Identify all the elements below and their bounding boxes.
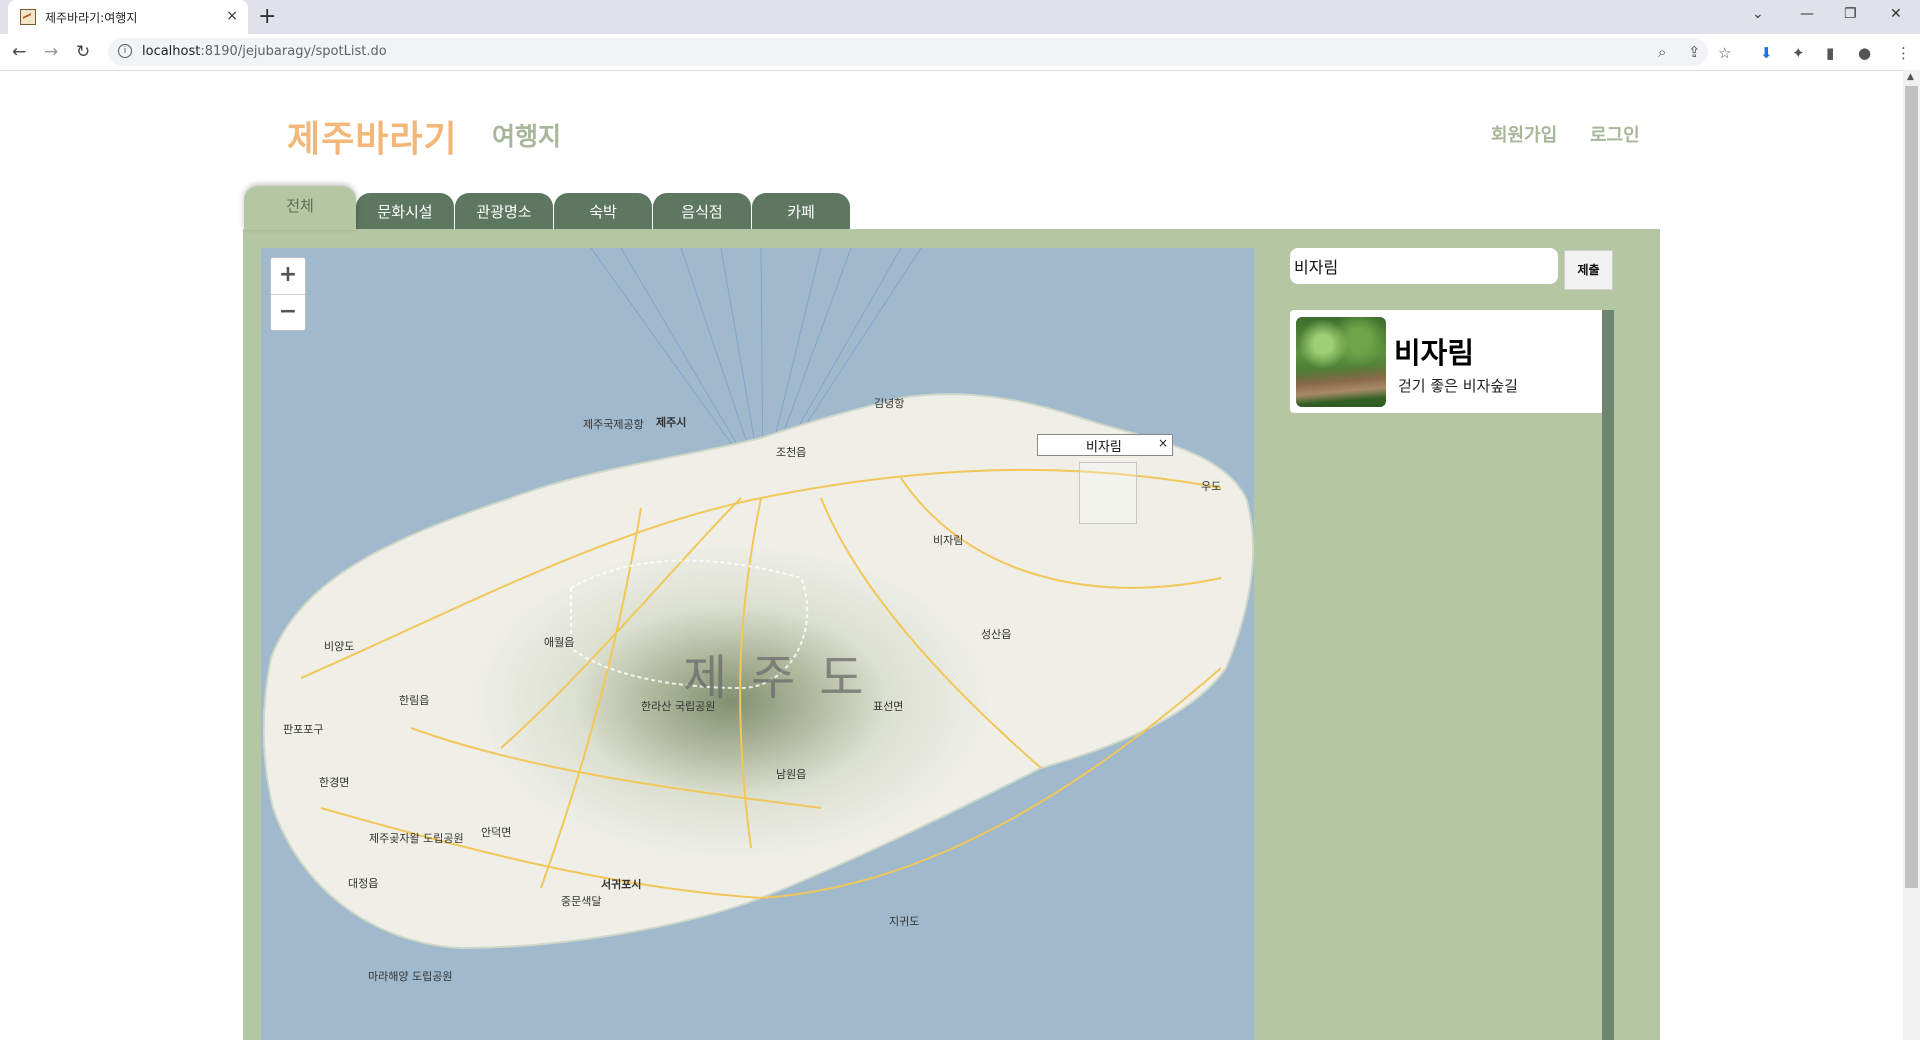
map-label-aewol: 애월읍 <box>544 636 575 649</box>
map-label-seogwipo: 서귀포시 <box>601 878 642 891</box>
tab-culture[interactable]: 문화시설 <box>356 193 454 229</box>
map-info-popup: 비자림 × <box>1037 434 1173 456</box>
tab-restaurants[interactable]: 음식점 <box>653 193 751 229</box>
back-icon[interactable]: ← <box>12 42 26 62</box>
popup-close-icon[interactable]: × <box>1158 436 1168 450</box>
page-title: 여행지 <box>492 122 562 151</box>
new-tab-button[interactable]: + <box>258 4 276 29</box>
tab-all[interactable]: 전체 <box>244 186 356 230</box>
zoom-icon[interactable]: ⌕ <box>1658 43 1666 61</box>
popup-title: 비자림 <box>1086 440 1122 455</box>
spot-description: 걷기 좋은 비자숲길 <box>1398 377 1518 395</box>
map-label-hallim: 한림읍 <box>399 694 430 707</box>
spot-list: 비자림 걷기 좋은 비자숲길 <box>1290 310 1615 1040</box>
tab-cafe[interactable]: 카페 <box>752 193 850 229</box>
browser-tab-strip: 제주바라기:여행지 × + ⌄ — ❐ ✕ <box>0 0 1920 34</box>
map-label-namwon: 남원읍 <box>776 768 807 781</box>
map-label-seongsan: 성산읍 <box>981 628 1012 641</box>
map-label-jungmun: 중문색달 <box>561 895 602 908</box>
search-input[interactable] <box>1290 248 1558 284</box>
tab-search-icon[interactable]: ⌄ <box>1752 6 1764 22</box>
url-path: :8190/jejubaragy/spotList.do <box>200 44 387 59</box>
url-host: localhost <box>142 44 201 59</box>
restore-icon[interactable]: ❐ <box>1844 6 1857 22</box>
spot-card[interactable]: 비자림 걷기 좋은 비자숲길 <box>1290 310 1602 413</box>
tab-lodging[interactable]: 숙박 <box>554 193 652 229</box>
map-label-udo: 우도 <box>1201 480 1222 493</box>
url-text: localhost:8190/jejubaragy/spotList.do <box>142 44 387 59</box>
window-close-icon[interactable]: ✕ <box>1890 6 1902 22</box>
bookmark-star-icon[interactable]: ☆ <box>1718 44 1731 62</box>
address-bar[interactable]: i localhost:8190/jejubaragy/spotList.do … <box>108 38 1708 66</box>
map-label-marado: 마라해양 도립공원 <box>368 970 453 983</box>
map-label-hangyeong: 한경면 <box>319 776 350 789</box>
map-label-bijarim: 비자림 <box>933 534 964 547</box>
map-label-daejeong: 대정읍 <box>348 877 379 890</box>
zoom-out-button[interactable]: − <box>271 295 305 331</box>
map-label-gimnyeong: 김녕항 <box>874 397 905 410</box>
map-label-hallasan: 한라산 국립공원 <box>641 700 716 713</box>
hallasan-terrain <box>471 548 991 868</box>
map-label-biyangdo: 비양도 <box>324 640 355 653</box>
page-scrollbar[interactable]: ▲ <box>1903 70 1920 1040</box>
extensions-icon[interactable]: ✦ <box>1792 44 1805 62</box>
map-label-pyoseon: 표선면 <box>873 700 904 713</box>
spot-name: 비자림 <box>1394 336 1475 370</box>
download-extension-icon[interactable]: ⬇ <box>1760 44 1773 62</box>
share-icon[interactable]: ⇪ <box>1688 43 1701 61</box>
close-tab-icon[interactable]: × <box>226 8 238 24</box>
site-favicon-icon <box>20 9 36 25</box>
browser-tab[interactable]: 제주바라기:여행지 × <box>8 0 248 34</box>
map-label-jeju-gotjawal: 제주곶자왈 도립공원 <box>369 832 464 845</box>
profile-icon[interactable]: ● <box>1858 44 1871 62</box>
map-zoom-control: + − <box>270 257 306 331</box>
tab-attractions[interactable]: 관광명소 <box>455 193 553 229</box>
submit-button[interactable]: 제출 <box>1564 250 1613 290</box>
spot-thumbnail <box>1296 317 1386 407</box>
tab-title: 제주바라기:여행지 <box>45 10 138 25</box>
map-label-airport: 제주국제공항 <box>583 418 644 431</box>
site-logo[interactable]: 제주바라기 <box>287 110 458 162</box>
menu-icon[interactable]: ⋮ <box>1896 44 1911 62</box>
forward-icon[interactable]: → <box>44 42 58 62</box>
map-label-jigwido: 지귀도 <box>889 915 920 928</box>
scroll-up-icon[interactable]: ▲ <box>1907 72 1914 82</box>
zoom-in-button[interactable]: + <box>271 258 305 295</box>
map-label-jeju-si: 제주시 <box>656 416 687 429</box>
minimize-icon[interactable]: — <box>1800 6 1814 22</box>
map-marker-image[interactable] <box>1079 462 1137 524</box>
site-info-icon[interactable]: i <box>118 44 132 58</box>
list-scrollbar[interactable] <box>1602 310 1614 1040</box>
map-label-jocheon: 조천읍 <box>776 446 807 459</box>
page-scrollbar-thumb[interactable] <box>1905 86 1918 888</box>
reload-icon[interactable]: ↻ <box>76 42 90 62</box>
map-label-panpo: 판포포구 <box>283 723 324 736</box>
login-link[interactable]: 로그인 <box>1590 121 1640 147</box>
signup-link[interactable]: 회원가입 <box>1491 121 1557 147</box>
map-view[interactable]: + − 제주도 제주시 제주국제공항 조천읍 성산읍 표선면 남원읍 서귀포시 … <box>261 248 1254 1040</box>
browser-toolbar: ← → ↻ i localhost:8190/jejubaragy/spotLi… <box>0 34 1920 71</box>
map-label-andeok: 안덕면 <box>481 826 512 839</box>
side-panel-icon[interactable]: ▮ <box>1826 44 1834 62</box>
